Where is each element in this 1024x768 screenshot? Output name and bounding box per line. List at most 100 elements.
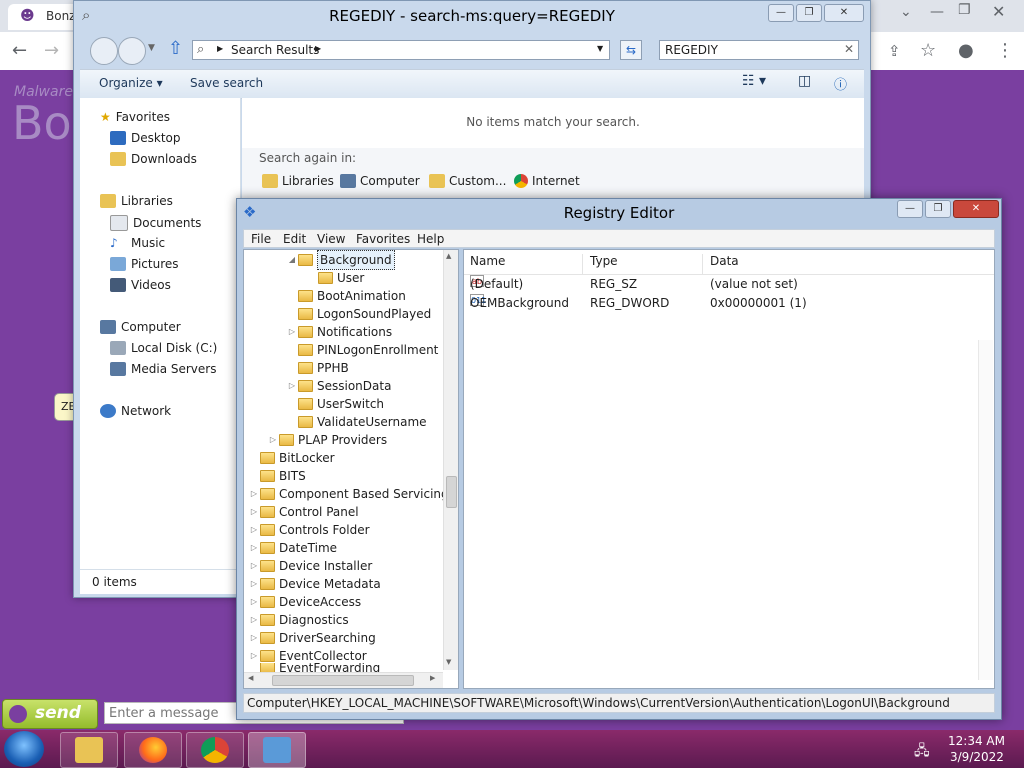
collapsed-icon[interactable]: ▷ [248,557,260,575]
value-row[interactable]: 011 OEMBackground REG_DWORD 0x00000001 (1… [470,294,990,313]
tree-key-component-based-servicing[interactable]: ▷ Component Based Servicing [248,485,449,503]
tree-key-bitlocker[interactable]: BitLocker [248,449,335,467]
tree-key-diagnostics[interactable]: ▷ Diagnostics [248,611,349,629]
help-icon[interactable]: ⓘ [834,74,847,93]
tree-key-pinlogonenrollment[interactable]: PINLogonEnrollment [286,341,438,359]
menu-view[interactable]: View [317,232,345,246]
column-header-type[interactable]: Type [590,254,703,274]
regedit-minimize-button[interactable]: — [897,200,923,218]
profile-icon[interactable]: ● [958,40,974,61]
clock-date[interactable]: 3/9/2022 [950,750,1004,764]
collapsed-icon[interactable]: ▷ [267,431,279,449]
clear-search-icon[interactable]: ✕ [844,42,854,56]
tree-key-datetime[interactable]: ▷ DateTime [248,539,337,557]
column-header-data[interactable]: Data [710,254,990,274]
scroll-down-icon[interactable]: ▼ [446,658,451,666]
network-tray-icon[interactable]: 🖧 [914,740,930,764]
taskbar-regedit[interactable] [248,732,306,768]
breadcrumb-chevron-icon[interactable]: ▶ [217,44,223,53]
scroll-up-icon[interactable]: ▲ [446,252,451,260]
bookmark-star-icon[interactable]: ☆ [920,40,936,61]
collapsed-icon[interactable]: ▷ [248,521,260,539]
save-search-button[interactable]: Save search [190,76,263,90]
regedit-close-button[interactable]: ✕ [953,200,999,218]
tree-vertical-scroll-thumb[interactable] [446,476,457,508]
explorer-forward-button[interactable] [118,37,146,65]
tree-vertical-scrollbar[interactable] [443,250,458,670]
share-icon[interactable]: ⇪ [888,42,901,60]
start-button[interactable] [4,731,44,767]
collapsed-icon[interactable]: ▷ [248,611,260,629]
clock-time[interactable]: 12:34 AM [948,734,1005,748]
expanded-icon[interactable]: ◢ [286,251,298,269]
nav-pictures[interactable]: Pictures [110,257,179,271]
browser-close-icon[interactable]: ✕ [992,2,1005,21]
collapsed-icon[interactable]: ▷ [286,377,298,395]
forward-icon[interactable]: → [44,40,59,61]
collapsed-icon[interactable]: ▷ [248,539,260,557]
tree-key-validateusername[interactable]: ValidateUsername [286,413,427,431]
tree-key-user[interactable]: User [318,269,364,287]
nav-music[interactable]: ♪ Music [110,236,165,250]
taskbar-explorer[interactable] [60,732,118,768]
tree-key-deviceaccess[interactable]: ▷ DeviceAccess [248,593,361,611]
search-in-computer[interactable]: Computer [340,174,420,188]
column-header-name[interactable]: Name [470,254,583,274]
breadcrumb-chevron-icon[interactable]: ▶ [315,44,321,53]
tree-key-device-installer[interactable]: ▷ Device Installer [248,557,372,575]
nav-favorites[interactable]: ★ Favorites [100,110,170,124]
tree-key-controls-folder[interactable]: ▷ Controls Folder [248,521,370,539]
explorer-maximize-button[interactable]: ❐ [796,4,822,22]
nav-videos[interactable]: Videos [110,278,171,292]
tree-key-notifications[interactable]: ▷ Notifications [286,323,392,341]
address-dropdown-icon[interactable]: ▼ [597,44,603,53]
up-arrow-icon[interactable]: ⇧ [168,38,183,59]
menu-icon[interactable]: ⋮ [996,40,1014,61]
explorer-minimize-button[interactable]: — [768,4,794,22]
nav-local-disk[interactable]: Local Disk (C:) [110,341,217,355]
menu-favorites[interactable]: Favorites [356,232,410,246]
refresh-button[interactable]: ⇆ [620,40,642,60]
breadcrumb[interactable]: Search Results [231,43,319,57]
preview-pane-icon[interactable]: ◫ [798,73,811,89]
tree-key-driversearching[interactable]: ▷ DriverSearching [248,629,376,647]
recent-pages-chevron-icon[interactable]: ▼ [148,43,155,53]
tree-key-userswitch[interactable]: UserSwitch [286,395,384,413]
nav-network[interactable]: Network [100,404,171,418]
nav-documents[interactable]: Documents [110,215,201,231]
scroll-right-icon[interactable]: ▶ [430,674,435,682]
tree-key-logonsoundplayed[interactable]: LogonSoundPlayed [286,305,431,323]
regedit-maximize-button[interactable]: ❐ [925,200,951,218]
tree-key-plap-providers[interactable]: ▷ PLAP Providers [267,431,387,449]
search-in-internet[interactable]: Internet [514,174,580,188]
browser-maximize-icon[interactable]: ❐ [958,2,971,18]
explorer-back-button[interactable] [90,37,118,65]
nav-computer[interactable]: Computer [100,320,181,334]
tree-key-background[interactable]: ◢ Background [286,250,395,270]
browser-minimize-icon[interactable]: — [930,4,944,20]
tree-key-bits[interactable]: BITS [248,467,306,485]
collapsed-icon[interactable]: ▷ [248,485,260,503]
search-in-libraries[interactable]: Libraries [262,174,334,188]
nav-downloads[interactable]: Downloads [110,152,197,166]
tree-key-sessiondata[interactable]: ▷ SessionData [286,377,392,395]
tree-key-control-panel[interactable]: ▷ Control Panel [248,503,359,521]
explorer-search-input[interactable]: REGEDIY ✕ [659,40,859,60]
view-options-icon[interactable]: ☷ ▾ [742,73,766,89]
menu-edit[interactable]: Edit [283,232,306,246]
nav-desktop[interactable]: Desktop [110,131,181,145]
nav-libraries[interactable]: Libraries [100,194,173,208]
tree-key-device-metadata[interactable]: ▷ Device Metadata [248,575,381,593]
explorer-address-bar[interactable]: ⌕ ▶ Search Results ▶ ▼ [192,40,610,60]
collapsed-icon[interactable]: ▷ [248,593,260,611]
taskbar-firefox[interactable] [124,732,182,768]
value-row[interactable]: ab (Default) REG_SZ (value not set) [470,275,990,294]
tree-horizontal-scroll-thumb[interactable] [272,675,414,686]
collapsed-icon[interactable]: ▷ [248,629,260,647]
collapsed-icon[interactable]: ▷ [248,503,260,521]
menu-help[interactable]: Help [417,232,444,246]
collapsed-icon[interactable]: ▷ [248,575,260,593]
send-button[interactable]: send [2,699,98,729]
explorer-close-button[interactable]: ✕ [824,4,864,22]
search-in-custom[interactable]: Custom... [429,174,506,188]
